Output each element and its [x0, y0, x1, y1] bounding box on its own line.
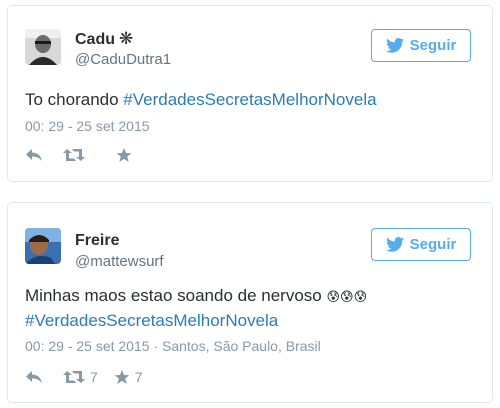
- display-name-text[interactable]: Cadu: [75, 31, 115, 48]
- retweet-icon: [63, 149, 85, 161]
- favorite-button[interactable]: 7: [114, 369, 143, 385]
- favorite-count: 7: [134, 369, 143, 385]
- follow-button[interactable]: Seguir: [371, 228, 471, 261]
- retweet-count: 7: [90, 369, 98, 385]
- tweet-card: Cadu ❋ @CaduDutra1 Seguir To chorando #Ve…: [7, 5, 493, 182]
- timestamp-link[interactable]: 00: 29 - 25 set 2015: [25, 118, 150, 134]
- tweet-meta: 00: 29 - 25 set 2015 · Santos, São Paulo…: [25, 337, 321, 355]
- timestamp-link[interactable]: 00: 29 - 25 set 2015: [25, 338, 150, 354]
- twitter-bird-icon: [385, 237, 404, 252]
- anxious-face-emoji: 😰😰😰: [326, 289, 368, 304]
- reply-icon: [26, 371, 42, 383]
- reply-button[interactable]: [25, 148, 43, 162]
- tweet-actions: 7 7: [25, 367, 143, 387]
- avatar[interactable]: [25, 228, 61, 264]
- display-name[interactable]: Freire: [75, 231, 119, 251]
- display-name-text[interactable]: Freire: [75, 232, 119, 249]
- display-name[interactable]: Cadu ❋: [75, 29, 133, 50]
- favorite-button[interactable]: [116, 147, 137, 163]
- tweet-card: Freire @mattewsurf Seguir Minhas maos es…: [7, 202, 493, 403]
- username[interactable]: @CaduDutra1: [75, 51, 171, 69]
- twitter-bird-icon: [385, 38, 404, 53]
- reply-icon: [26, 149, 42, 161]
- star-icon: [116, 148, 132, 162]
- username[interactable]: @mattewsurf: [75, 253, 164, 271]
- star-icon: [114, 370, 130, 384]
- hashtag-link[interactable]: #VerdadesSecretasMelhorNovela: [25, 311, 278, 330]
- hashtag-link[interactable]: #VerdadesSecretasMelhorNovela: [123, 90, 376, 109]
- reply-button[interactable]: [25, 370, 43, 384]
- asterisk-icon: ❋: [119, 29, 134, 48]
- location-link[interactable]: Santos, São Paulo, Brasil: [162, 338, 321, 354]
- tweet-text-body: To chorando: [25, 90, 124, 109]
- tweet-actions: [25, 145, 137, 165]
- tweet-meta: 00: 29 - 25 set 2015: [25, 117, 150, 135]
- retweet-button[interactable]: [63, 148, 90, 162]
- retweet-button[interactable]: 7: [63, 369, 98, 385]
- tweet-text-body: Minhas maos estao soando de nervoso: [25, 286, 327, 305]
- follow-button[interactable]: Seguir: [371, 29, 471, 62]
- follow-button-label: Seguir: [409, 236, 457, 253]
- tweet-text: Minhas maos estao soando de nervoso 😰😰😰 …: [25, 284, 475, 333]
- avatar[interactable]: [25, 29, 61, 65]
- follow-button-label: Seguir: [409, 37, 457, 54]
- meta-separator: ·: [149, 338, 162, 354]
- retweet-icon: [63, 371, 85, 383]
- tweet-text: To chorando #VerdadesSecretasMelhorNovel…: [25, 88, 475, 112]
